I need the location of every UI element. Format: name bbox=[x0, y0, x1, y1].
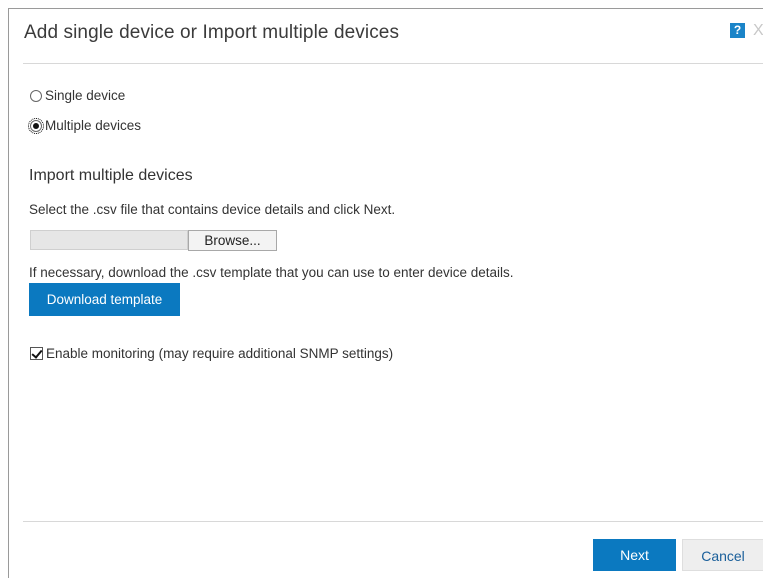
radio-single-device[interactable]: Single device bbox=[30, 88, 125, 103]
header-divider bbox=[23, 63, 763, 64]
help-icon[interactable]: ? bbox=[730, 23, 745, 38]
enable-monitoring-label: Enable monitoring (may require additiona… bbox=[46, 346, 394, 361]
enable-monitoring-checkbox[interactable] bbox=[30, 347, 43, 360]
next-button[interactable]: Next bbox=[593, 539, 676, 571]
close-icon[interactable]: X bbox=[753, 22, 763, 40]
template-instruction: If necessary, download the .csv template… bbox=[29, 265, 514, 280]
enable-monitoring-option[interactable]: Enable monitoring (may require additiona… bbox=[30, 346, 393, 361]
radio-label-multiple: Multiple devices bbox=[45, 118, 142, 133]
footer-divider bbox=[23, 521, 763, 522]
import-section-heading: Import multiple devices bbox=[29, 167, 193, 184]
dialog-title: Add single device or Import multiple dev… bbox=[24, 22, 400, 43]
radio-button-single[interactable] bbox=[30, 89, 42, 102]
download-template-button[interactable]: Download template bbox=[29, 283, 180, 316]
radio-multiple-devices[interactable]: Multiple devices bbox=[28, 117, 142, 134]
add-device-dialog: Add single device or Import multiple dev… bbox=[8, 8, 763, 578]
cancel-button[interactable]: Cancel bbox=[682, 539, 763, 571]
browse-button[interactable]: Browse... bbox=[188, 230, 277, 251]
radio-button-multiple[interactable] bbox=[28, 117, 44, 134]
csv-file-input[interactable] bbox=[30, 230, 188, 250]
select-file-instruction: Select the .csv file that contains devic… bbox=[29, 202, 396, 217]
radio-label-single: Single device bbox=[45, 88, 126, 103]
